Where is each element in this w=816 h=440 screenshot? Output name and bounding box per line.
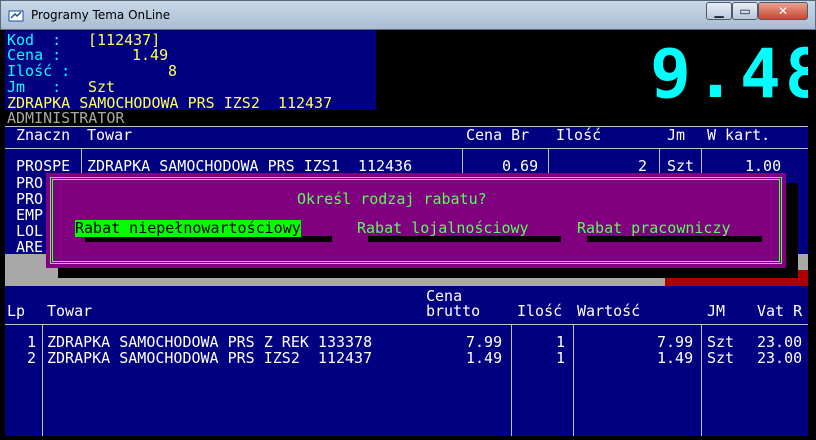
receipt-col-cena-2: brutto <box>426 302 481 320</box>
minimize-button[interactable]: ▁ <box>706 2 732 20</box>
receipt-jm: Szt <box>707 349 735 367</box>
receipt-vat: 23.00 <box>757 349 803 367</box>
row-towar: ZDRAPKA SAMOCHODOWA PRS IZS1 112436 <box>87 157 413 175</box>
app-icon <box>8 10 24 22</box>
dialog-shadow <box>58 268 798 278</box>
row-cena-br: 0.69 <box>502 157 539 175</box>
receipt-ilosc: 1 <box>556 333 566 351</box>
receipt-cena: 7.99 <box>466 333 503 351</box>
receipt-towar: ZDRAPKA SAMOCHODOWA PRS IZS2 112437 <box>47 349 373 367</box>
list-item[interactable]: LOL <box>16 223 43 239</box>
receipt-cena: 1.49 <box>466 349 503 367</box>
receipt-ilosc: 1 <box>556 349 566 367</box>
title-bar: Programy Tema OnLine ▁ ▭ ✕ <box>0 0 816 30</box>
receipt-wartosc: 1.49 <box>657 349 694 367</box>
row-w-kart: 1.00 <box>745 157 782 175</box>
option-rabat-lojalnosciowy[interactable]: Rabat lojalnościowy <box>357 220 529 237</box>
col-header-cena-br: Cena Br <box>466 126 530 144</box>
receipt-col-vat: Vat R <box>757 302 803 320</box>
receipt-lp: 1 <box>27 333 37 351</box>
ilosc-label: Ilość : <box>7 62 71 80</box>
row-znacznik: PROSPE <box>16 157 71 175</box>
receipt-col-lp: Lp <box>7 302 26 320</box>
row-jm: Szt <box>667 157 695 175</box>
list-item[interactable]: PRO <box>16 191 43 207</box>
option-rabat-niepelnowartosciowy[interactable]: Rabat niepełnowartościowy <box>75 220 301 237</box>
receipt-wartosc: 7.99 <box>657 333 694 351</box>
jm-label: Jm : <box>7 78 62 96</box>
list-item[interactable]: PRO <box>16 175 43 191</box>
list-item[interactable]: ARE <box>16 239 43 255</box>
list-item[interactable]: EMP <box>16 207 43 223</box>
total-display: 9.48 <box>650 35 808 114</box>
maximize-button[interactable]: ▭ <box>732 2 758 20</box>
receipt-vat: 23.00 <box>757 333 803 351</box>
col-header-towar: Towar <box>87 126 133 144</box>
receipt-jm: Szt <box>707 333 735 351</box>
jm-value: Szt <box>88 78 116 96</box>
col-header-jm: Jm <box>667 126 686 144</box>
option-rabat-pracowniczy[interactable]: Rabat pracowniczy <box>577 220 731 237</box>
window-title: Programy Tema OnLine <box>31 8 171 22</box>
receipt-col-jm: JM <box>707 302 726 320</box>
row-ilosc: 2 <box>638 157 648 175</box>
cena-value: 1.49 <box>132 46 169 64</box>
receipt-lp: 2 <box>27 349 37 367</box>
close-button[interactable]: ✕ <box>758 2 808 20</box>
col-header-ilosc: Ilość <box>556 126 602 144</box>
ilosc-value: 8 <box>168 62 178 80</box>
dialog-shadow-side <box>786 183 798 278</box>
receipt-towar: ZDRAPKA SAMOCHODOWA PRS Z REK 133378 <box>47 333 373 351</box>
cena-label: Cena : <box>7 46 62 64</box>
user-name: ADMINISTRATOR <box>7 109 125 127</box>
dialog-title: Określ rodzaj rabatu? <box>297 190 487 208</box>
receipt-col-wartosc: Wartość <box>577 302 641 320</box>
receipt-col-ilosc: Ilość <box>517 302 563 320</box>
col-header-w-kart: W kart. <box>707 126 771 144</box>
col-header-znacznik: Znaczn <box>16 126 71 144</box>
receipt-col-towar: Towar <box>47 302 93 320</box>
console-area: Kod : [112437] Cena : 1.49 Ilość : 8 Jm … <box>5 30 808 436</box>
